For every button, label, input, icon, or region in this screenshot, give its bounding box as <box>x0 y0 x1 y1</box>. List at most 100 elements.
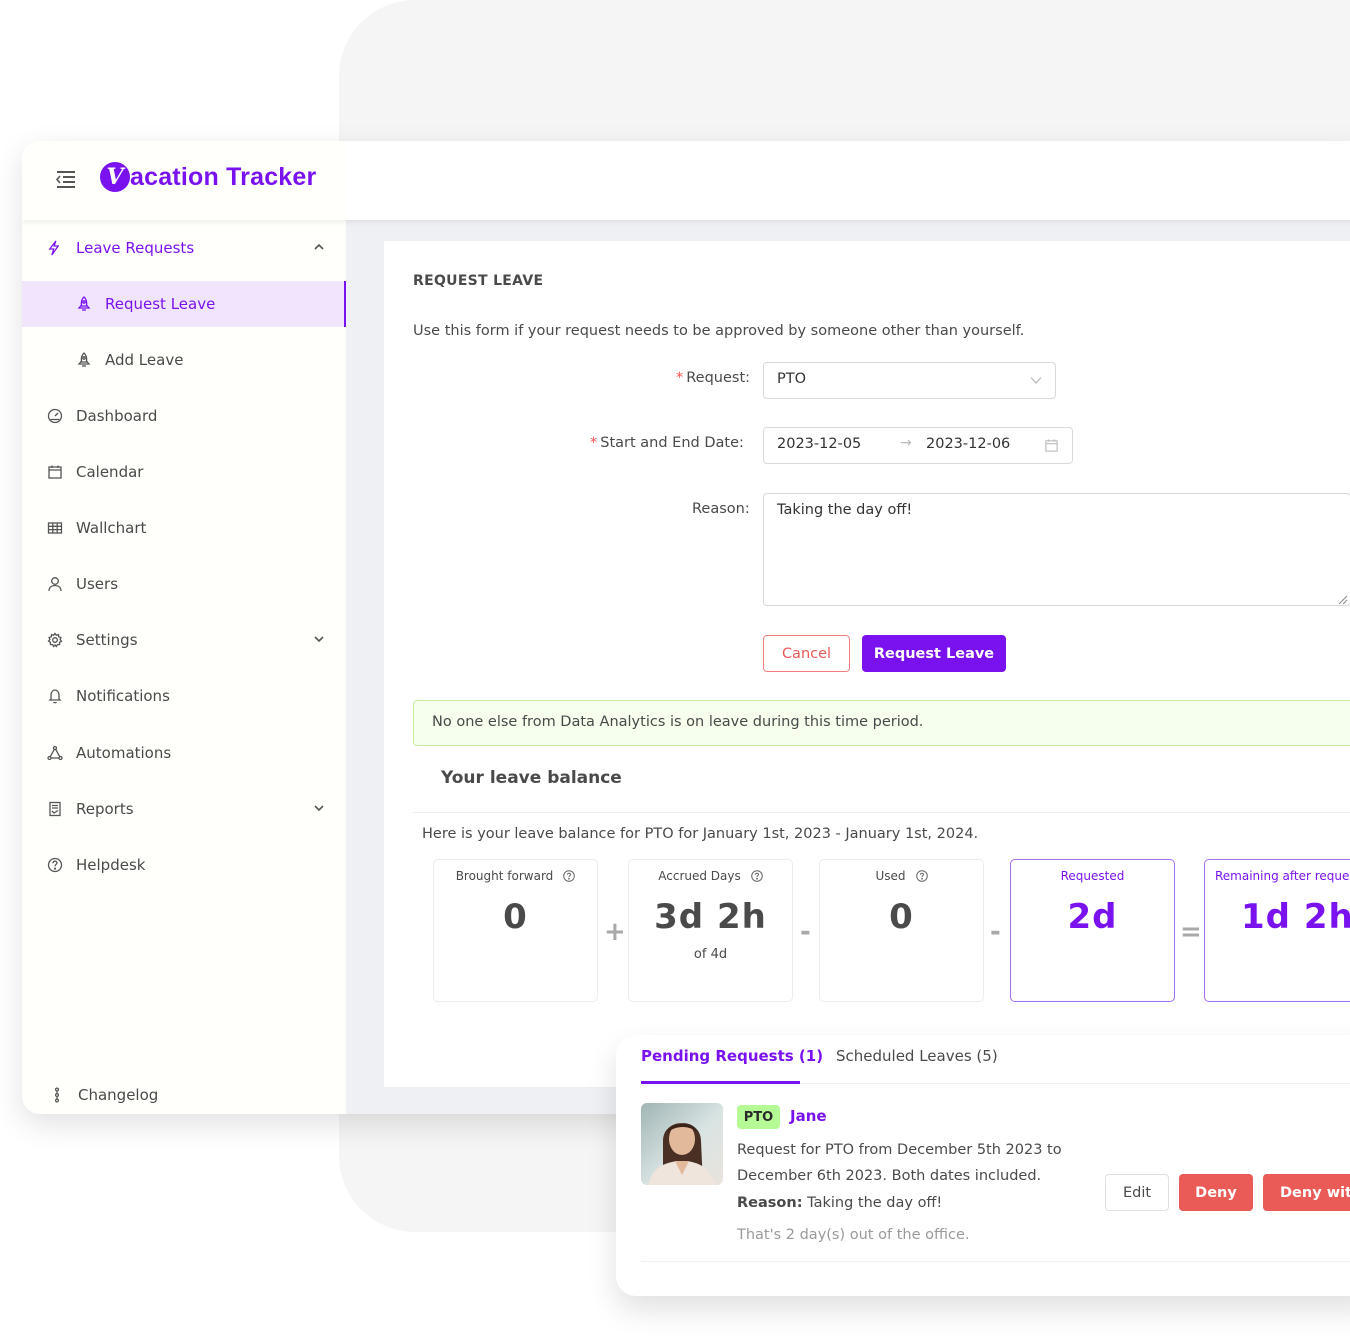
sidebar-item-reports[interactable]: Reports <box>22 786 346 832</box>
resize-handle-icon[interactable] <box>1338 593 1348 605</box>
balance-value: 0 <box>503 897 528 937</box>
reason-value: Taking the day off! <box>777 502 913 518</box>
balance-brought-forward: Brought forward 0 <box>433 859 598 1002</box>
chevron-up-icon <box>312 240 326 254</box>
rocket-icon <box>75 351 93 369</box>
bell-icon <box>46 687 64 705</box>
minus-operator: - <box>800 917 811 947</box>
sidebar-item-changelog[interactable]: Changelog <box>22 1072 346 1114</box>
date-range-picker[interactable]: 2023-12-05 → 2023-12-06 <box>763 427 1073 464</box>
sidebar-item-request-leave[interactable]: Request Leave <box>22 281 346 327</box>
reason-textarea[interactable]: Taking the day off! <box>763 493 1350 606</box>
arrow-right-icon: → <box>900 435 912 451</box>
user-icon <box>46 575 64 593</box>
chevron-down-icon <box>1029 373 1043 387</box>
gear-icon <box>46 631 64 649</box>
plus-operator: + <box>604 917 626 947</box>
nodes-icon <box>46 744 64 762</box>
table-icon <box>46 519 64 537</box>
requester-name[interactable]: Jane <box>790 1107 827 1125</box>
top-bar: V acation Tracker <box>22 141 1350 220</box>
sidebar-item-notifications[interactable]: Notifications <box>22 673 346 719</box>
logo-text: acation Tracker <box>130 162 317 191</box>
help-icon[interactable] <box>563 870 576 882</box>
sidebar-item-label: Dashboard <box>76 407 158 425</box>
sidebar-item-leave-requests[interactable]: Leave Requests <box>22 225 346 271</box>
balance-value: 2d <box>1067 897 1118 937</box>
sidebar-item-label: Helpdesk <box>76 856 146 874</box>
deny-with-reason-button[interactable]: Deny with reason <box>1263 1174 1350 1211</box>
balance-value: 1d 2h <box>1241 897 1350 937</box>
request-type-select[interactable]: PTO <box>763 362 1056 399</box>
sidebar-item-settings[interactable]: Settings <box>22 617 346 663</box>
sidebar-item-wallchart[interactable]: Wallchart <box>22 505 346 551</box>
sidebar-item-dashboard[interactable]: Dashboard <box>22 393 346 439</box>
pending-requests-panel: Pending Requests (1) Scheduled Leaves (5… <box>616 1035 1350 1296</box>
equals-operator: = <box>1180 917 1202 947</box>
request-reason: Reason: Taking the day off! <box>737 1195 943 1211</box>
sidebar-item-label: Request Leave <box>105 295 216 313</box>
balance-value: 3d 2h <box>654 897 767 937</box>
sidebar-item-users[interactable]: Users <box>22 561 346 607</box>
sidebar-item-calendar[interactable]: Calendar <box>22 449 346 495</box>
avatar <box>641 1103 723 1185</box>
sidebar-item-label: Leave Requests <box>76 239 195 257</box>
request-leave-card: REQUEST LEAVE Use this form if your requ… <box>384 241 1350 1087</box>
balance-requested: Requested 2d <box>1010 859 1175 1002</box>
page-title: REQUEST LEAVE <box>413 273 544 289</box>
sidebar-item-add-leave[interactable]: Add Leave <box>22 337 346 383</box>
chevron-down-icon <box>312 632 326 646</box>
sidebar-item-label: Users <box>76 575 119 593</box>
balance-value: 0 <box>889 897 914 937</box>
sidebar-item-label: Changelog <box>78 1086 159 1104</box>
conflict-alert: No one else from Data Analytics is on le… <box>413 700 1350 746</box>
sidebar-item-label: Calendar <box>76 463 144 481</box>
deny-button[interactable]: Deny <box>1179 1174 1253 1211</box>
lightning-icon <box>46 239 64 257</box>
tab-scheduled-leaves[interactable]: Scheduled Leaves (5) <box>836 1047 998 1065</box>
sidebar-item-label: Notifications <box>76 687 170 705</box>
days-out-summary: That's 2 day(s) out of the office. <box>737 1227 970 1243</box>
date-range-label: * Start and End Date: <box>590 435 744 451</box>
calendar-icon <box>46 463 64 481</box>
request-type-value: PTO <box>777 371 807 387</box>
logo-mark: V <box>100 162 130 192</box>
edit-button[interactable]: Edit <box>1105 1174 1169 1211</box>
sidebar-item-label: Settings <box>76 631 138 649</box>
sidebar-item-helpdesk[interactable]: Helpdesk <box>22 842 346 888</box>
dashboard-icon <box>46 407 64 425</box>
leave-balance-description: Here is your leave balance for PTO for J… <box>422 826 979 842</box>
report-icon <box>46 800 64 818</box>
calendar-icon[interactable] <box>1044 438 1059 453</box>
request-leave-button[interactable]: Request Leave <box>862 635 1006 672</box>
request-description: Request for PTO from December 5th 2023 t… <box>737 1142 1062 1184</box>
sidebar-item-label: Automations <box>76 744 172 762</box>
item-divider <box>641 1261 1350 1262</box>
help-icon[interactable] <box>915 870 928 882</box>
cancel-button[interactable]: Cancel <box>763 635 850 672</box>
form-intro: Use this form if your request needs to b… <box>413 323 1025 339</box>
sidebar: Leave Requests Request Leave Add Leave D… <box>22 220 346 1114</box>
help-icon <box>46 856 64 874</box>
tab-pending-requests[interactable]: Pending Requests (1) <box>641 1047 823 1065</box>
help-icon[interactable] <box>750 870 763 882</box>
start-date-input[interactable]: 2023-12-05 <box>777 436 861 452</box>
minus-operator: - <box>990 917 1001 947</box>
sidebar-item-label: Reports <box>76 800 134 818</box>
active-tab-indicator <box>641 1081 800 1084</box>
leave-balance-title: Your leave balance <box>441 768 622 788</box>
leave-type-badge: PTO <box>737 1105 780 1129</box>
rocket-icon <box>75 295 93 313</box>
balance-subtext: of 4d <box>693 947 728 962</box>
sidebar-item-automations[interactable]: Automations <box>22 730 346 776</box>
chevron-down-icon <box>312 801 326 815</box>
sidebar-item-label: Wallchart <box>76 519 147 537</box>
logo[interactable]: V acation Tracker <box>100 159 316 195</box>
request-type-label: * Request: <box>676 370 751 386</box>
end-date-input[interactable]: 2023-12-06 <box>926 436 1010 452</box>
collapse-menu-icon[interactable] <box>55 168 77 190</box>
divider <box>413 812 1350 813</box>
app-window: V acation Tracker Leave Requests Request… <box>22 141 1350 1114</box>
top-bar-brand-area: V acation Tracker <box>22 141 346 220</box>
changelog-icon <box>48 1086 66 1104</box>
